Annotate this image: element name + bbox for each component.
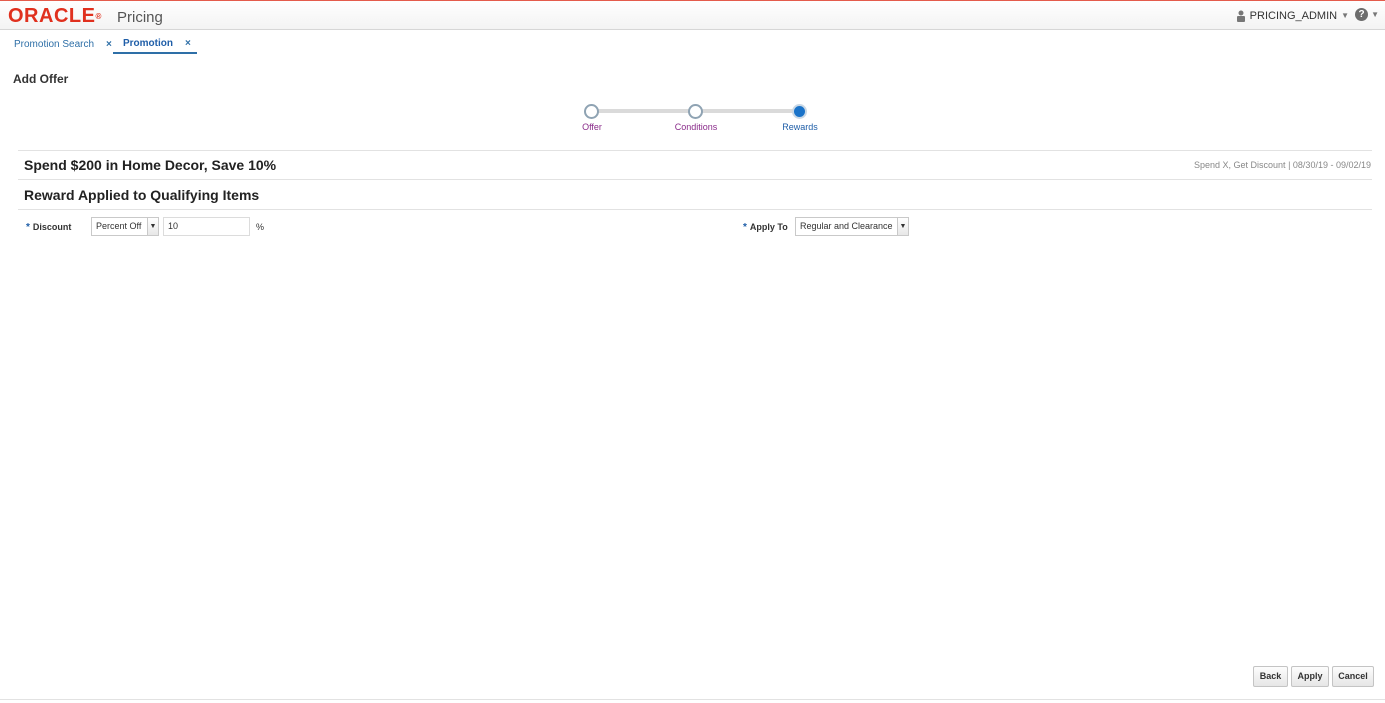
required-indicator: * (26, 222, 30, 233)
dropdown-arrow-icon: ▼ (147, 218, 158, 235)
train-label-rewards: Rewards (782, 122, 818, 132)
train-stop-offer[interactable] (584, 104, 599, 119)
apply-to-label: * Apply To (743, 222, 788, 233)
offer-dates: 08/30/19 - 09/02/19 (1292, 160, 1371, 170)
offer-title: Spend $200 in Home Decor, Save 10% (24, 157, 277, 173)
percent-unit: % (256, 222, 265, 232)
tab-label: Promotion (123, 38, 173, 49)
apply-to-value: Regular and Clearance (800, 221, 893, 231)
help-menu[interactable]: ? ▼ (1355, 8, 1379, 21)
required-indicator: * (743, 222, 747, 233)
app-title: Pricing (117, 9, 163, 26)
footer-divider (0, 699, 1385, 700)
chevron-down-icon: ▼ (1341, 11, 1349, 20)
oracle-logo: ORACLE® (8, 5, 102, 27)
user-menu[interactable]: PRICING_ADMIN ▼ (1236, 9, 1349, 23)
tab-promotion[interactable]: Promotion × (113, 35, 197, 54)
train-label-conditions[interactable]: Conditions (656, 122, 736, 132)
help-icon: ? (1355, 8, 1369, 21)
close-icon[interactable]: × (185, 38, 191, 49)
tab-promotion-search[interactable]: Promotion Search × (14, 35, 112, 54)
app-header: ORACLE® Pricing PRICING_ADMIN ▼ ? ▼ (0, 1, 1385, 30)
divider (18, 209, 1372, 210)
offer-type: Spend X, Get Discount (1193, 160, 1286, 170)
dropdown-arrow-icon: ▼ (897, 218, 908, 235)
train-stop-rewards (792, 104, 807, 119)
cancel-button[interactable]: Cancel (1332, 666, 1374, 687)
apply-to-select[interactable]: Regular and Clearance ▼ (795, 217, 909, 236)
offer-meta: Spend X, Get Discount | 08/30/19 - 09/02… (1194, 160, 1371, 170)
discount-label: * Discount (26, 222, 72, 233)
section-title: Reward Applied to Qualifying Items (24, 187, 260, 203)
document-tabs: Promotion Search × Promotion × (0, 30, 1385, 54)
discount-value-input[interactable]: 10 (163, 217, 250, 236)
discount-type-value: Percent Off (96, 221, 142, 231)
back-button[interactable]: Back (1253, 666, 1288, 687)
user-name: PRICING_ADMIN (1249, 10, 1338, 22)
chevron-down-icon: ▼ (1371, 10, 1379, 19)
train-stop-conditions[interactable] (688, 104, 703, 119)
divider (18, 150, 1372, 151)
page-title: Add Offer (13, 72, 69, 86)
apply-button[interactable]: Apply (1291, 666, 1329, 687)
train-connector (701, 109, 800, 113)
train-connector (597, 109, 696, 113)
user-icon (1236, 10, 1245, 22)
discount-type-select[interactable]: Percent Off ▼ (91, 217, 159, 236)
divider (18, 179, 1372, 180)
close-icon[interactable]: × (106, 39, 112, 50)
tab-label: Promotion Search (14, 39, 95, 50)
meta-separator: | (1288, 160, 1291, 170)
train-label-offer[interactable]: Offer (552, 122, 632, 132)
